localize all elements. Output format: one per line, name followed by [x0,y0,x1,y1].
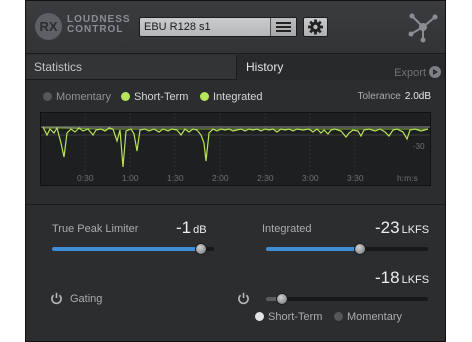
true-peak-readout: -1 dB [176,218,207,238]
settings-button[interactable] [303,17,328,37]
legend-momentary-label: Momentary [56,91,112,103]
export-button[interactable]: Export [394,61,441,86]
short-term-power-icon[interactable] [237,292,250,305]
integrated-unit: LKFS [401,224,430,236]
x-tick-label: 0:30 [77,173,94,183]
short-term-target-slider[interactable] [266,293,428,305]
short-term-dot-icon [121,92,130,101]
short-term-target-slider-knob[interactable] [276,293,288,305]
x-tick-label: 3:00 [302,173,319,183]
integrated-slider-knob[interactable] [354,243,366,255]
export-label: Export [394,67,426,79]
short-term-target-readout: -18 LKFS [375,268,429,288]
menu-icon-line [276,22,291,24]
tab-history[interactable]: History Export [236,55,445,80]
tab-statistics[interactable]: Statistics [26,55,236,80]
section-divider [26,204,445,205]
rx-logo: RX [35,13,62,40]
tolerance-value: 2.0dB [404,91,431,102]
x-tick-label: 1:30 [167,173,184,183]
x-axis-unit: h:m:s [397,173,418,183]
product-name: LOUDNESS CONTROL [67,15,131,35]
integrated-dot-icon [200,92,209,101]
arrow-right-icon [429,66,441,78]
tab-bar: Statistics History Export [26,55,445,80]
preset-menu-button[interactable] [270,18,296,36]
menu-icon-line [276,26,291,28]
tolerance-label: Tolerance [357,91,401,102]
integrated-slider[interactable] [266,243,428,255]
radio-momentary-label: Momentary [347,311,403,323]
tab-history-label: History [246,60,284,74]
radio-short-term-label: Short-Term [268,311,323,323]
true-peak-slider-knob[interactable] [195,243,207,255]
loudness-control-panel: RX LOUDNESS CONTROL EBU R128 s1 Statisti… [25,0,446,342]
short-term-target-unit: LKFS [401,274,430,286]
true-peak-unit: dB [193,224,207,236]
menu-icon-line [276,30,291,32]
legend-integrated[interactable]: Integrated [200,91,263,103]
header-bar: RX LOUDNESS CONTROL EBU R128 s1 [26,1,445,54]
history-plot: -30 0:30 1:00 1:30 2:00 2:30 3:00 3:30 h… [41,113,430,185]
preset-value: EBU R128 s1 [144,21,211,33]
x-tick-label: 1:00 [122,173,139,183]
legend-momentary[interactable]: Momentary [43,91,111,103]
gating-label: Gating [70,293,103,305]
radio-short-term[interactable]: Short-Term [255,311,322,323]
tolerance-readout: Tolerance 2.0dB [358,91,432,102]
radio-momentary[interactable]: Momentary [334,311,402,323]
legend-integrated-label: Integrated [213,91,263,103]
integrated-label: Integrated [262,223,312,235]
gating-power-icon[interactable] [50,292,63,305]
connect-icon[interactable] [406,10,440,44]
integrated-readout: -23 LKFS [375,218,429,238]
preset-selector[interactable]: EBU R128 s1 [139,17,297,37]
true-peak-slider[interactable] [52,243,214,255]
legend-short-term[interactable]: Short-Term [121,91,188,103]
x-tick-label: 2:30 [257,173,274,183]
radio-short-term-dot-icon [255,312,264,321]
x-tick-label: 3:30 [347,173,364,183]
true-peak-value: -1 [176,218,192,237]
product-name-line2: CONTROL [67,24,124,35]
momentary-dot-icon [43,92,52,101]
short-term-curve [42,126,429,168]
radio-momentary-dot-icon [334,312,343,321]
true-peak-slider-fill [52,247,201,251]
legend-short-term-label: Short-Term [134,91,189,103]
gear-icon [308,19,323,35]
true-peak-label: True Peak Limiter [52,223,139,235]
x-tick-label: 2:00 [212,173,229,183]
short-term-target-value: -18 [375,268,400,287]
loudness-history-graph[interactable]: -30 0:30 1:00 1:30 2:00 2:30 3:00 3:30 h… [40,112,431,186]
integrated-slider-fill [266,247,360,251]
y-axis-label: -30 [413,142,425,151]
integrated-value: -23 [375,218,400,237]
